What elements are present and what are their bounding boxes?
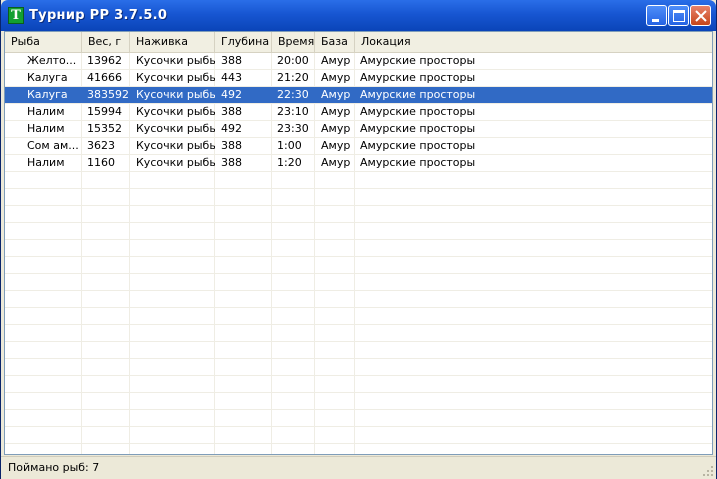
status-fish-count: Поймано рыб: 7: [8, 461, 100, 474]
cell-base: Амур: [321, 156, 351, 169]
cell-location: Амурские просторы: [360, 71, 476, 84]
minimize-button[interactable]: [646, 5, 667, 26]
column-header-location[interactable]: Локация: [355, 32, 712, 52]
cell-weight: 1160: [87, 156, 115, 169]
cell-bait: Кусочки рыбы: [136, 122, 215, 135]
empty-row: [5, 240, 712, 257]
table-row[interactable]: Калуга 41666 Кусочки рыбы 443 21:20 Амур Амурс…: [5, 70, 712, 87]
empty-row: [5, 223, 712, 240]
empty-row: [5, 393, 712, 410]
maximize-button[interactable]: [668, 5, 689, 26]
cell-location: Амурские просторы: [360, 139, 476, 152]
column-header-depth[interactable]: Глубина: [215, 32, 272, 52]
fish-list-view[interactable]: Рыба Вес, г Наживка Глубина Время База Л…: [4, 31, 713, 455]
empty-row: [5, 325, 712, 342]
cell-base: Амур: [321, 105, 351, 118]
cell-depth: 388: [221, 105, 242, 118]
cell-location: Амурские просторы: [360, 122, 476, 135]
cell-base: Амур: [321, 139, 351, 152]
cell-fish: Налим: [27, 105, 65, 118]
cell-bait: Кусочки рыбы: [136, 156, 215, 169]
window-title: Турнир РР 3.7.5.0: [29, 8, 168, 23]
cell-location: Амурские просторы: [360, 105, 476, 118]
minimize-icon: [652, 19, 659, 22]
cell-depth: 492: [221, 88, 242, 101]
empty-row: [5, 172, 712, 189]
column-header-time[interactable]: Время: [272, 32, 315, 52]
cell-time: 22:30: [277, 88, 309, 101]
cell-fish: Желто...: [27, 54, 77, 67]
empty-row: [5, 444, 712, 454]
table-row[interactable]: Налим 15352 Кусочки рыбы 492 23:30 Амур Амурск…: [5, 121, 712, 138]
column-header-weight[interactable]: Вес, г: [82, 32, 130, 52]
cell-location: Амурские просторы: [360, 88, 476, 101]
empty-row: [5, 359, 712, 376]
column-header-bait[interactable]: Наживка: [130, 32, 215, 52]
empty-row: [5, 274, 712, 291]
close-button[interactable]: [690, 5, 711, 26]
cell-weight: 15994: [87, 105, 122, 118]
cell-time: 20:00: [277, 54, 309, 67]
cell-fish: Налим: [27, 156, 65, 169]
cell-fish: Налим: [27, 122, 65, 135]
empty-row: [5, 342, 712, 359]
cell-base: Амур: [321, 122, 351, 135]
cell-weight: 3623: [87, 139, 115, 152]
table-row[interactable]: Сом ам... 3623 Кусочки рыбы 388 1:00 Амур Амур…: [5, 138, 712, 155]
close-icon: [695, 10, 707, 22]
cell-time: 23:10: [277, 105, 309, 118]
table-row[interactable]: Калуга 383592 Кусочки рыбы 492 22:30 Амур Амур…: [5, 87, 712, 104]
cell-bait: Кусочки рыбы: [136, 88, 215, 101]
column-header-fish[interactable]: Рыба: [5, 32, 82, 52]
cell-bait: Кусочки рыбы: [136, 71, 215, 84]
cell-weight: 15352: [87, 122, 122, 135]
cell-base: Амур: [321, 54, 351, 67]
table-row[interactable]: Желто... 13962 Кусочки рыбы 388 20:00 Амур Аму…: [5, 53, 712, 70]
cell-time: 23:30: [277, 122, 309, 135]
empty-row: [5, 410, 712, 427]
cell-bait: Кусочки рыбы: [136, 139, 215, 152]
cell-fish: Калуга: [27, 88, 68, 101]
empty-row: [5, 189, 712, 206]
cell-base: Амур: [321, 88, 351, 101]
list-header: Рыба Вес, г Наживка Глубина Время База Л…: [5, 32, 712, 53]
cell-time: 1:00: [277, 139, 302, 152]
cell-fish: Калуга: [27, 71, 68, 84]
table-row[interactable]: Налим 1160 Кусочки рыбы 388 1:20 Амур Амурские…: [5, 155, 712, 172]
table-row[interactable]: Налим 15994 Кусочки рыбы 388 23:10 Амур Амурск…: [5, 104, 712, 121]
cell-depth: 388: [221, 54, 242, 67]
resize-grip-icon[interactable]: [702, 465, 714, 477]
cell-fish: Сом ам...: [27, 139, 79, 152]
cell-time: 1:20: [277, 156, 302, 169]
empty-row: [5, 206, 712, 223]
cell-bait: Кусочки рыбы: [136, 54, 215, 67]
cell-base: Амур: [321, 71, 351, 84]
cell-weight: 41666: [87, 71, 122, 84]
maximize-icon: [673, 10, 685, 22]
main-window: T Турнир РР 3.7.5.0 Рыба Вес, г Наживка …: [0, 0, 717, 479]
cell-depth: 388: [221, 156, 242, 169]
cell-weight: 13962: [87, 54, 122, 67]
empty-row: [5, 257, 712, 274]
empty-row: [5, 308, 712, 325]
cell-time: 21:20: [277, 71, 309, 84]
column-header-base[interactable]: База: [315, 32, 355, 52]
title-bar[interactable]: T Турнир РР 3.7.5.0: [1, 0, 716, 31]
app-icon[interactable]: T: [8, 7, 24, 24]
cell-depth: 492: [221, 122, 242, 135]
cell-depth: 443: [221, 71, 242, 84]
cell-depth: 388: [221, 139, 242, 152]
empty-row: [5, 427, 712, 444]
empty-row: [5, 291, 712, 308]
cell-weight: 383592: [87, 88, 129, 101]
cell-location: Амурские просторы: [360, 156, 476, 169]
status-bar: Поймано рыб: 7: [1, 456, 716, 479]
empty-row: [5, 376, 712, 393]
cell-location: Амурские просторы: [360, 54, 476, 67]
cell-bait: Кусочки рыбы: [136, 105, 215, 118]
